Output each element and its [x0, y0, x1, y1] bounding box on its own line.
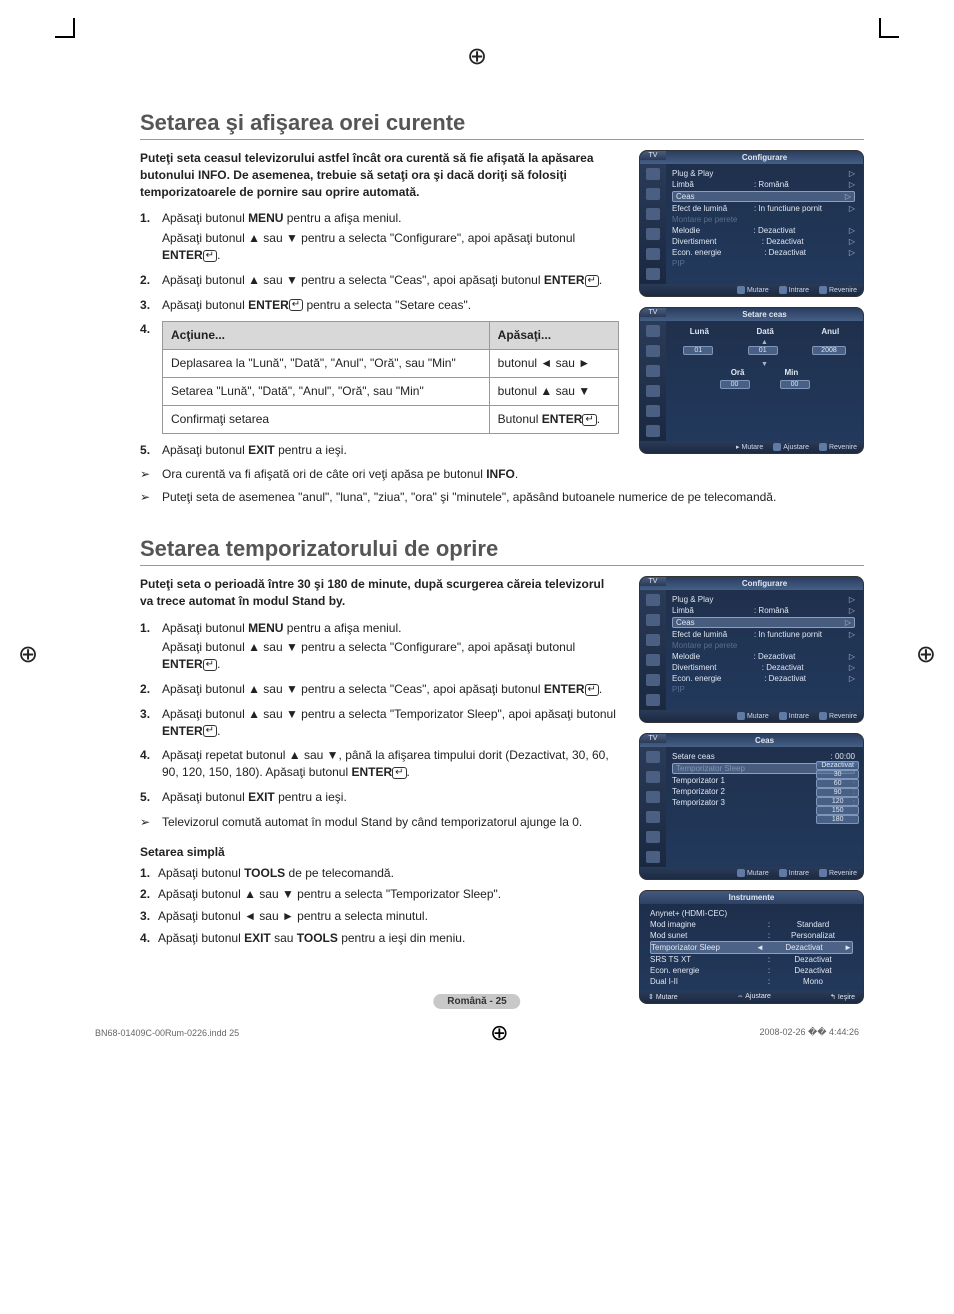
td-r2c1: Setarea "Lună", "Dată", "Anul", "Oră", s… — [163, 377, 490, 405]
note1: Ora curentă va fi afişată ori de câte or… — [140, 466, 864, 483]
simple-steps: Apăsaţi butonul TOOLS de pe telecomandă.… — [140, 865, 619, 947]
print-file: BN68-01409C-00Rum-0226.indd 25 — [95, 1028, 239, 1038]
simple-2: Apăsaţi butonul ▲ sau ▼ pentru a selecta… — [140, 886, 619, 903]
step1-3: Apăsaţi butonul ENTER↵ pentru a selecta … — [140, 297, 619, 314]
enter-icon: ↵ — [203, 725, 217, 737]
note2: Puteţi seta de asemenea "anul", "luna", … — [140, 489, 864, 506]
td-r3c1: Confirmaţi setarea — [163, 405, 490, 433]
steps2: Apăsaţi butonul MENU pentru a afişa meni… — [140, 620, 619, 806]
section2-row: Puteţi seta o perioadă între 30 şi 180 d… — [140, 576, 864, 1004]
intro1: Puteţi seta ceasul televizorului astfel … — [140, 150, 619, 200]
osd-row-ceas: Ceas▷ — [672, 191, 855, 202]
td-r1c2: butonul ◄ sau ► — [489, 350, 618, 378]
osd-instrumente: Instrumente Anynet+ (HDMI-CEC) Mod imagi… — [639, 890, 864, 1004]
section2-text: Puteţi seta o perioadă între 30 şi 180 d… — [140, 576, 619, 1004]
enter-icon: ↵ — [392, 767, 406, 779]
th-actiune: Acţiune... — [163, 322, 490, 350]
subhead-simple: Setarea simplă — [140, 845, 619, 859]
enter-icon: ↵ — [585, 275, 599, 287]
tools-sleep-row: Temporizator Sleep◄Dezactivat► — [650, 941, 853, 954]
osd-ceas: TVCeas Setare ceas: 00:00 Temporizator S… — [639, 733, 864, 880]
enter-icon: ↵ — [203, 250, 217, 262]
print-footer: BN68-01409C-00Rum-0226.indd 25 ⊕ 2008-02… — [0, 1020, 954, 1046]
td-r3c2: Butonul ENTER↵. — [489, 405, 618, 433]
sleep-options: Dezactivat 30 60 90 120 150 180 — [816, 761, 859, 824]
step1-1: Apăsaţi butonul MENU pentru a afişa meni… — [140, 210, 619, 263]
osd-configurare-2: TVConfigurare Plug & Play▷ Limbă: Română… — [639, 576, 864, 723]
section1-osd: TVConfigurare Plug & Play▷ Limbă: Română… — [639, 150, 864, 466]
enter-icon: ↵ — [582, 414, 596, 426]
step1-5: Apăsaţi butonul EXIT pentru a ieşi. — [140, 442, 619, 459]
section1-row: Puteţi seta ceasul televizorului astfel … — [140, 150, 864, 466]
page-content: Setarea şi afişarea orei curente Puteţi … — [0, 0, 954, 1064]
td-r2c2: butonul ▲ sau ▼ — [489, 377, 618, 405]
th-apasati: Apăsaţi... — [489, 322, 618, 350]
enter-icon: ↵ — [585, 684, 599, 696]
step2-4: Apăsaţi repetat butonul ▲ sau ▼, până la… — [140, 747, 619, 781]
step2-3: Apăsaţi butonul ▲ sau ▼ pentru a selecta… — [140, 706, 619, 740]
print-date: 2008-02-26 �� 4:44:26 — [759, 1027, 859, 1038]
simple-1: Apăsaţi butonul TOOLS de pe telecomandă. — [140, 865, 619, 882]
enter-icon: ↵ — [289, 299, 303, 311]
registration-mark-bottom: ⊕ — [490, 1020, 508, 1046]
action-table: Acţiune...Apăsaţi... Deplasarea la "Lună… — [162, 321, 619, 433]
osd-setare-ceas: TVSetare ceas LunăDatăAnul ▲ 01012008 ▼ … — [639, 307, 864, 454]
heading-temporizator: Setarea temporizatorului de oprire — [140, 536, 864, 566]
osd-tv-label: TV — [640, 151, 666, 160]
intro2: Puteţi seta o perioadă între 30 şi 180 d… — [140, 576, 619, 610]
step2-1: Apăsaţi butonul MENU pentru a afişa meni… — [140, 620, 619, 673]
step1-4: Acţiune...Apăsaţi... Deplasarea la "Lună… — [140, 321, 619, 433]
section2-osd: TVConfigurare Plug & Play▷ Limbă: Română… — [639, 576, 864, 1004]
note2-1: Televizorul comută automat în modul Stan… — [140, 814, 619, 831]
simple-3: Apăsaţi butonul ◄ sau ► pentru a selecta… — [140, 908, 619, 925]
step2-2: Apăsaţi butonul ▲ sau ▼ pentru a selecta… — [140, 681, 619, 698]
section1-text: Puteţi seta ceasul televizorului astfel … — [140, 150, 619, 466]
osd-sidebar-icons — [640, 164, 666, 284]
simple-4: Apăsaţi butonul EXIT sau TOOLS pentru a … — [140, 930, 619, 947]
step1-2: Apăsaţi butonul ▲ sau ▼ pentru a selecta… — [140, 272, 619, 289]
enter-icon: ↵ — [203, 659, 217, 671]
osd-title: Configurare — [640, 151, 863, 164]
steps1: Apăsaţi butonul MENU pentru a afişa meni… — [140, 210, 619, 458]
td-r1c1: Deplasarea la "Lună", "Dată", "Anul", "O… — [163, 350, 490, 378]
osd-configurare-1: TVConfigurare Plug & Play▷ Limbă: Română… — [639, 150, 864, 297]
page-footer-pill: Română - 25 — [433, 994, 520, 1009]
heading-setarea-ora: Setarea şi afişarea orei curente — [140, 110, 864, 140]
step2-5: Apăsaţi butonul EXIT pentru a ieşi. — [140, 789, 619, 806]
